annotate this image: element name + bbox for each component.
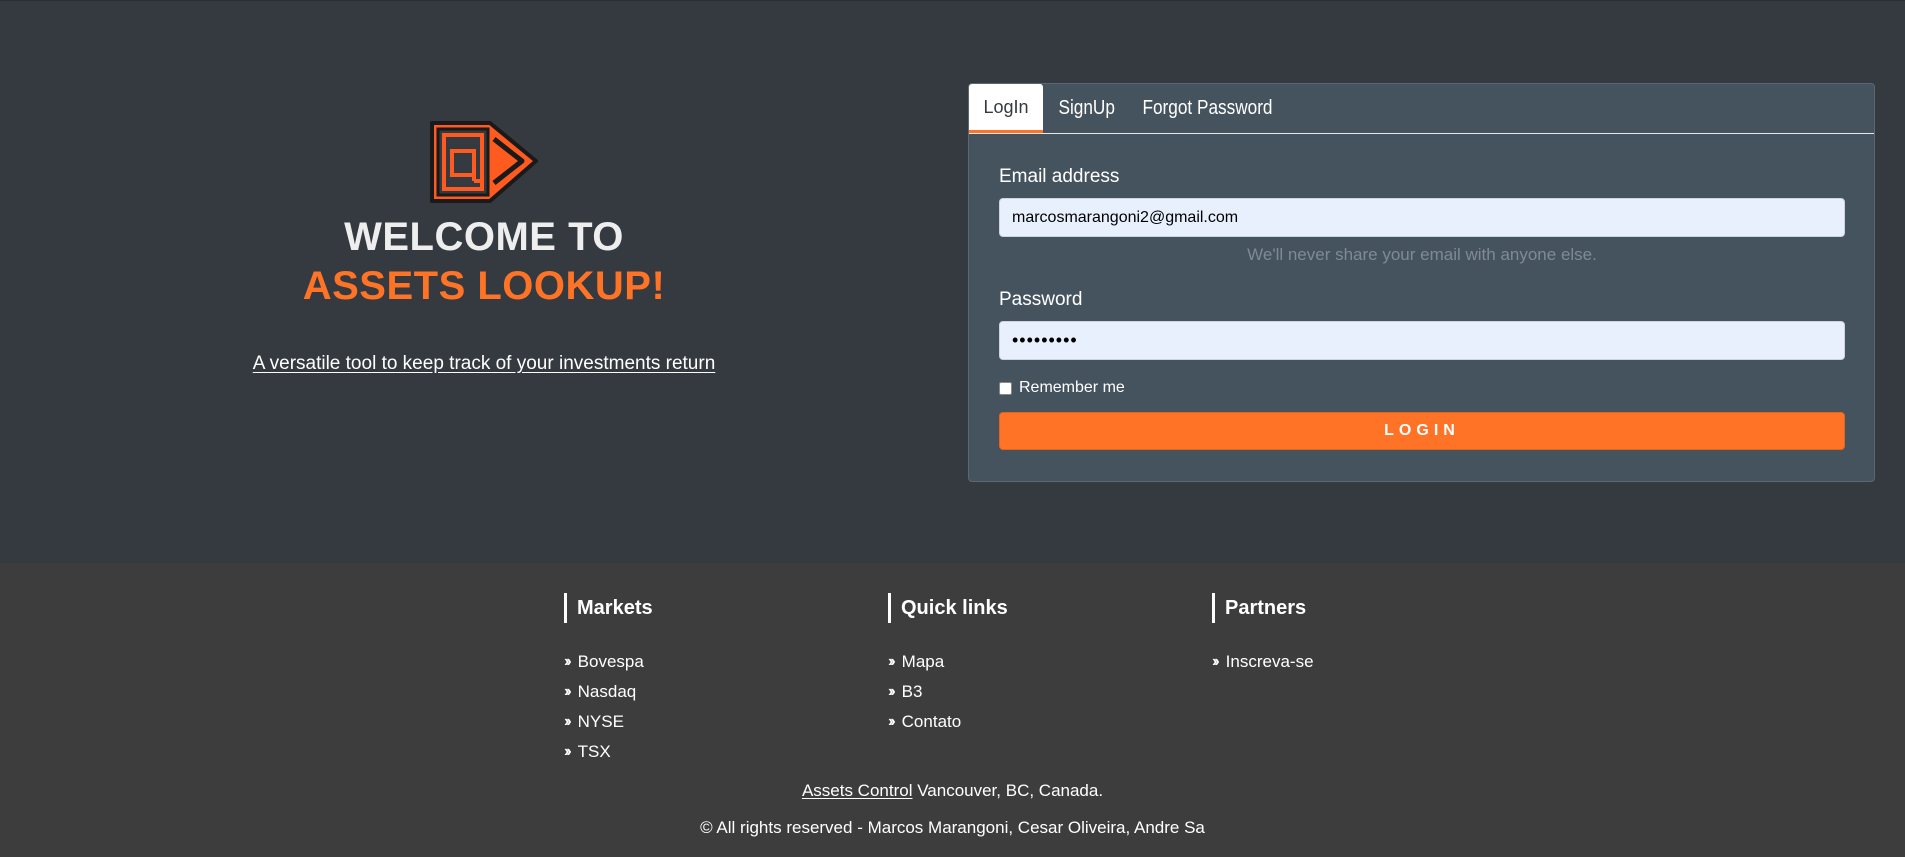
email-label: Email address bbox=[999, 166, 1120, 187]
footer-list-quick-links: ›› Mapa ›› B3 ›› Contato bbox=[888, 647, 1188, 737]
footer-link-contato[interactable]: ›› Contato bbox=[888, 707, 1188, 737]
footer-column-markets: Markets ›› Bovespa ›› Nasdaq ›› NYSE ›› TSX bbox=[564, 593, 864, 767]
footer-link-label: Mapa bbox=[901, 652, 945, 671]
double-chevron-right-icon: ›› bbox=[564, 713, 572, 730]
tab-login[interactable]: LogIn bbox=[969, 84, 1043, 133]
footer-list-markets: ›› Bovespa ›› Nasdaq ›› NYSE ›› TSX bbox=[564, 647, 864, 767]
login-form: Email address We'll never share your ema… bbox=[999, 166, 1845, 450]
remember-me-checkbox[interactable] bbox=[999, 381, 1012, 395]
remember-me-label[interactable]: Remember me bbox=[1019, 379, 1125, 397]
footer-link-inscreva-se[interactable]: ›› Inscreva-se bbox=[1212, 647, 1512, 677]
tab-forgot-password[interactable]: Forgot Password bbox=[1127, 84, 1299, 133]
footer-column-quick-links: Quick links ›› Mapa ›› B3 ›› Contato bbox=[888, 593, 1188, 737]
welcome-panel: WELCOME TO ASSETS LOOKUP! A versatile to… bbox=[0, 1, 968, 564]
footer-link-label: NYSE bbox=[577, 712, 624, 731]
footer-link-mapa[interactable]: ›› Mapa bbox=[888, 647, 1188, 677]
double-chevron-right-icon: ›› bbox=[1212, 653, 1220, 670]
double-chevron-right-icon: ›› bbox=[564, 743, 572, 760]
footer-link-tsx[interactable]: ›› TSX bbox=[564, 737, 864, 767]
footer-link-bovespa[interactable]: ›› Bovespa bbox=[564, 647, 864, 677]
double-chevron-right-icon: ›› bbox=[888, 683, 896, 700]
footer-column-partners: Partners ›› Inscreva-se bbox=[1212, 593, 1512, 677]
auth-card: LogIn SignUp Forgot Password Email addre… bbox=[968, 83, 1875, 482]
auth-tabs: LogIn SignUp Forgot Password bbox=[969, 84, 1874, 134]
welcome-title-line1: WELCOME TO bbox=[344, 215, 624, 259]
remember-me-row: Remember me bbox=[999, 379, 1845, 397]
password-label: Password bbox=[999, 289, 1083, 310]
double-chevron-right-icon: ›› bbox=[564, 683, 572, 700]
footer-list-partners: ›› Inscreva-se bbox=[1212, 647, 1512, 677]
footer-heading-quick-links: Quick links bbox=[888, 593, 1188, 623]
footer-link-label: B3 bbox=[901, 682, 923, 701]
footer-address: Assets Control Vancouver, BC, Canada. bbox=[0, 781, 1905, 801]
login-button[interactable]: LOGIN bbox=[999, 412, 1845, 450]
footer-link-nasdaq[interactable]: ›› Nasdaq bbox=[564, 677, 864, 707]
company-location: Vancouver, BC, Canada. bbox=[912, 781, 1104, 800]
footer-link-label: Bovespa bbox=[577, 652, 644, 671]
double-chevron-right-icon: ›› bbox=[888, 653, 896, 670]
company-link[interactable]: Assets Control bbox=[802, 781, 913, 800]
footer-heading-partners: Partners bbox=[1212, 593, 1512, 623]
footer-heading-markets: Markets bbox=[564, 593, 864, 623]
tab-signup[interactable]: SignUp bbox=[1043, 84, 1115, 133]
email-field[interactable] bbox=[999, 198, 1845, 237]
footer: Markets ›› Bovespa ›› Nasdaq ›› NYSE ›› TSX … bbox=[0, 563, 1905, 857]
double-chevron-right-icon: ›› bbox=[888, 713, 896, 730]
footer-link-label: Contato bbox=[901, 712, 962, 731]
footer-link-label: Nasdaq bbox=[577, 682, 637, 701]
copyright-text: © All rights reserved - Marcos Marangoni… bbox=[700, 818, 1205, 837]
assets-logo-icon bbox=[430, 121, 538, 203]
footer-link-nyse[interactable]: ›› NYSE bbox=[564, 707, 864, 737]
double-chevron-right-icon: ›› bbox=[564, 653, 572, 670]
footer-link-label: TSX bbox=[577, 742, 611, 761]
welcome-title-line2: ASSETS LOOKUP! bbox=[302, 264, 666, 308]
tagline-link[interactable]: A versatile tool to keep track of your i… bbox=[0, 353, 968, 375]
email-help-text: We'll never share your email with anyone… bbox=[1247, 245, 1597, 264]
footer-link-label: Inscreva-se bbox=[1225, 652, 1314, 671]
footer-link-b3[interactable]: ›› B3 bbox=[888, 677, 1188, 707]
hero-section: WELCOME TO ASSETS LOOKUP! A versatile to… bbox=[0, 0, 1905, 563]
password-field[interactable] bbox=[999, 321, 1845, 360]
